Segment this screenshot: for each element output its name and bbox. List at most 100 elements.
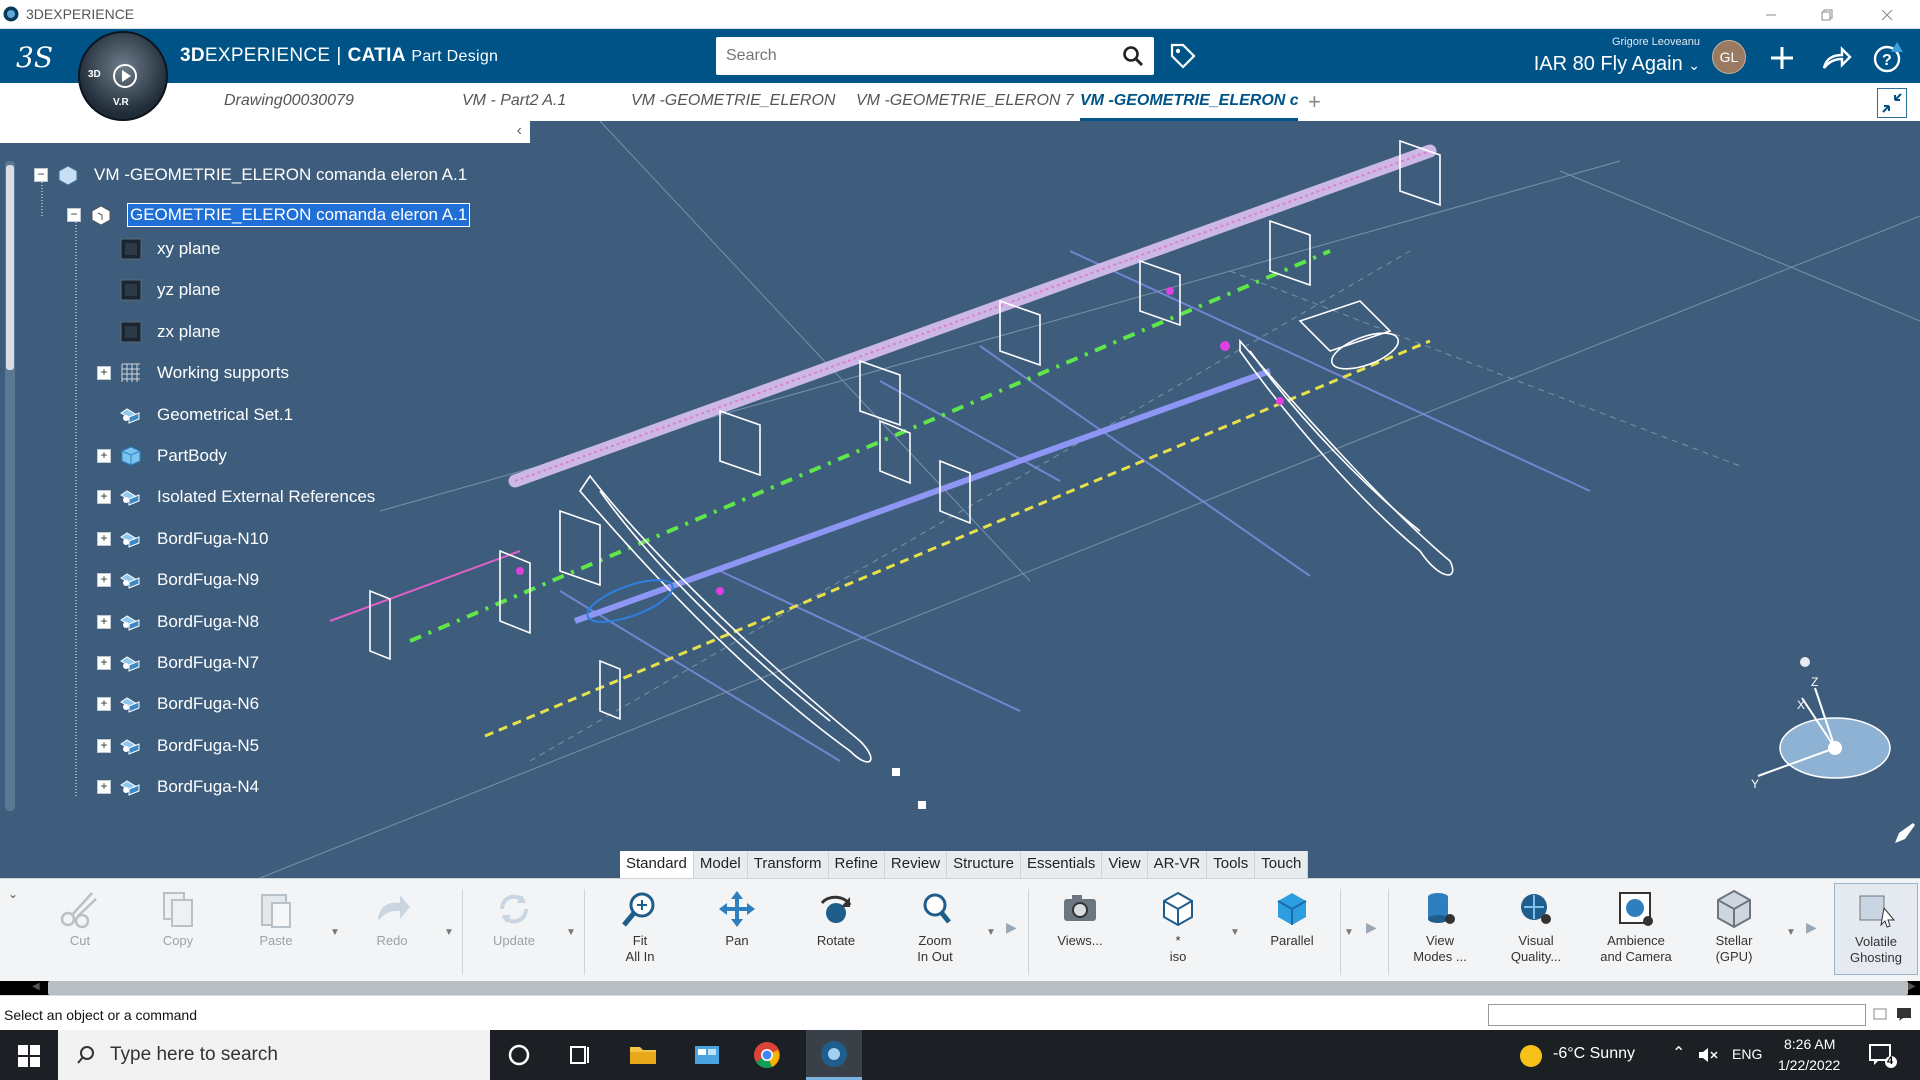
tab-part2[interactable]: VM - Part2 A.1: [462, 83, 592, 121]
avatar[interactable]: GL: [1712, 40, 1746, 74]
paste-dropdown-icon[interactable]: ▼: [330, 927, 340, 938]
tree-item[interactable]: xy plane: [119, 234, 220, 264]
task-view-icon[interactable]: [562, 1038, 596, 1072]
parallel-dropdown-icon[interactable]: ▼: [1344, 927, 1354, 938]
tab-model[interactable]: Model: [694, 851, 748, 878]
tab-structure[interactable]: Structure: [947, 851, 1021, 878]
tree-item[interactable]: + Isolated External References: [97, 482, 375, 512]
message-icon[interactable]: [1896, 1006, 1912, 1022]
tree-item[interactable]: + BordFuga-N9: [97, 565, 259, 595]
update-button[interactable]: Update: [474, 887, 554, 949]
tree-item[interactable]: + Working supports: [97, 358, 289, 388]
3d-viewport[interactable]: ‹ − VM -GEOMETRIE_ELERON comanda eleron …: [0, 121, 1920, 878]
tab-drawing[interactable]: Drawing00030079: [224, 83, 374, 121]
tab-review[interactable]: Review: [885, 851, 948, 878]
expand-toggle[interactable]: +: [97, 449, 111, 463]
tree-item[interactable]: Geometrical Set.1: [119, 400, 293, 430]
tree-item[interactable]: zx plane: [119, 317, 220, 347]
paste-button[interactable]: Paste: [236, 887, 316, 949]
tree-root[interactable]: − VM -GEOMETRIE_ELERON comanda eleron A.…: [34, 160, 467, 190]
tab-view[interactable]: View: [1102, 851, 1148, 878]
expand-right-icon[interactable]: ▶: [1806, 919, 1817, 936]
tray-chevron-up-icon[interactable]: ⌃: [1672, 1043, 1685, 1063]
scroll-left-icon[interactable]: ◀: [32, 981, 40, 992]
view-modes-button[interactable]: View Modes ...: [1400, 887, 1480, 965]
clock-date[interactable]: 1/22/2022: [1778, 1057, 1840, 1073]
chrome-icon[interactable]: [750, 1038, 784, 1072]
tab-tools[interactable]: Tools: [1207, 851, 1256, 878]
tab-essentials[interactable]: Essentials: [1021, 851, 1103, 878]
add-icon[interactable]: [1764, 40, 1800, 76]
tree-item[interactable]: + PartBody: [97, 441, 227, 471]
parallel-button[interactable]: Parallel: [1252, 887, 1332, 949]
zoom-dropdown-icon[interactable]: ▼: [986, 927, 996, 938]
play-icon[interactable]: [112, 63, 138, 89]
tree-item[interactable]: + BordFuga-N5: [97, 731, 259, 761]
tree-item[interactable]: + BordFuga-N4: [97, 772, 259, 802]
collapse-toggle[interactable]: −: [34, 168, 48, 182]
fit-all-in-button[interactable]: Fit All In: [600, 887, 680, 965]
notifications-icon[interactable]: [1868, 1043, 1898, 1069]
views-button[interactable]: Views...: [1040, 887, 1120, 949]
collapse-toggle[interactable]: −: [67, 208, 81, 222]
iso-dropdown-icon[interactable]: ▼: [1230, 927, 1240, 938]
expand-toggle[interactable]: +: [97, 738, 111, 753]
control-panel-icon[interactable]: [690, 1038, 724, 1072]
pan-button[interactable]: Pan: [697, 887, 777, 949]
cut-button[interactable]: Cut: [40, 887, 120, 949]
tab-geometrie-eleron-7[interactable]: VM -GEOMETRIE_ELERON 7 c: [856, 83, 1074, 121]
iso-view-button[interactable]: * iso: [1138, 887, 1218, 965]
expand-right-icon[interactable]: ▶: [1006, 919, 1017, 936]
copy-button[interactable]: Copy: [138, 887, 218, 949]
rotate-button[interactable]: Rotate: [796, 887, 876, 949]
volatile-ghosting-button[interactable]: Volatile Ghosting: [1834, 883, 1918, 975]
volume-mute-icon[interactable]: [1698, 1046, 1718, 1064]
tab-standard[interactable]: Standard: [620, 851, 694, 878]
visual-quality-button[interactable]: Visual Quality...: [1496, 887, 1576, 965]
tab-refine[interactable]: Refine: [829, 851, 885, 878]
minimize-button[interactable]: [1748, 2, 1794, 28]
chevron-down-icon[interactable]: ⌄: [8, 887, 18, 901]
fullscreen-button[interactable]: [1877, 88, 1907, 118]
zoom-button[interactable]: Zoom In Out: [895, 887, 975, 965]
tab-geometrie-eleron-active[interactable]: VM -GEOMETRIE_ELERON c: [1080, 83, 1298, 121]
ambience-camera-button[interactable]: Ambience and Camera: [1596, 887, 1676, 965]
expand-toggle[interactable]: +: [97, 366, 111, 381]
tab-transform[interactable]: Transform: [748, 851, 829, 878]
tab-touch[interactable]: Touch: [1255, 851, 1309, 878]
expand-toggle[interactable]: +: [97, 614, 111, 629]
redo-button[interactable]: Redo: [352, 887, 432, 949]
weather-text[interactable]: -6°C Sunny: [1553, 1045, 1635, 1063]
tree-item[interactable]: + BordFuga-N8: [97, 607, 259, 637]
action-bar-scrollbar[interactable]: [48, 981, 1908, 995]
search-input[interactable]: [726, 37, 1096, 75]
tree-item[interactable]: yz plane: [119, 275, 220, 305]
windows-start-icon[interactable]: [18, 1045, 40, 1067]
scroll-right-icon[interactable]: ▶: [1908, 981, 1916, 992]
expand-toggle[interactable]: +: [97, 780, 111, 795]
update-dropdown-icon[interactable]: ▼: [566, 927, 576, 938]
restore-button[interactable]: [1804, 2, 1850, 28]
tree-part[interactable]: − GEOMETRIE_ELERON comanda eleron A.1: [67, 200, 471, 230]
tag-icon[interactable]: [1168, 41, 1198, 71]
tree-item[interactable]: + BordFuga-N10: [97, 524, 269, 554]
expand-toggle[interactable]: +: [97, 697, 111, 712]
expand-toggle[interactable]: +: [97, 490, 111, 505]
expand-toggle[interactable]: +: [97, 656, 111, 670]
expand-toggle[interactable]: +: [97, 573, 111, 588]
axis-compass[interactable]: Z X Y: [1740, 646, 1920, 816]
clear-input-icon[interactable]: [1872, 1006, 1888, 1022]
tab-geometrie-eleron-a[interactable]: VM -GEOMETRIE_ELERON A.: [631, 83, 839, 121]
tree-item[interactable]: + BordFuga-N7: [97, 648, 259, 678]
clock-time[interactable]: 8:26 AM: [1784, 1036, 1835, 1052]
pen-icon[interactable]: [1893, 821, 1917, 845]
taskbar-search[interactable]: Type here to search: [58, 1030, 490, 1080]
share-icon[interactable]: [1818, 40, 1854, 76]
search-icon[interactable]: [1122, 45, 1144, 67]
redo-dropdown-icon[interactable]: ▼: [444, 927, 454, 938]
stellar-dropdown-icon[interactable]: ▼: [1786, 927, 1796, 938]
tab-ar-vr[interactable]: AR-VR: [1148, 851, 1208, 878]
help-icon[interactable]: ?: [1870, 40, 1906, 76]
tree-item[interactable]: + BordFuga-N6: [97, 689, 259, 719]
power-input-field[interactable]: [1488, 1004, 1866, 1026]
